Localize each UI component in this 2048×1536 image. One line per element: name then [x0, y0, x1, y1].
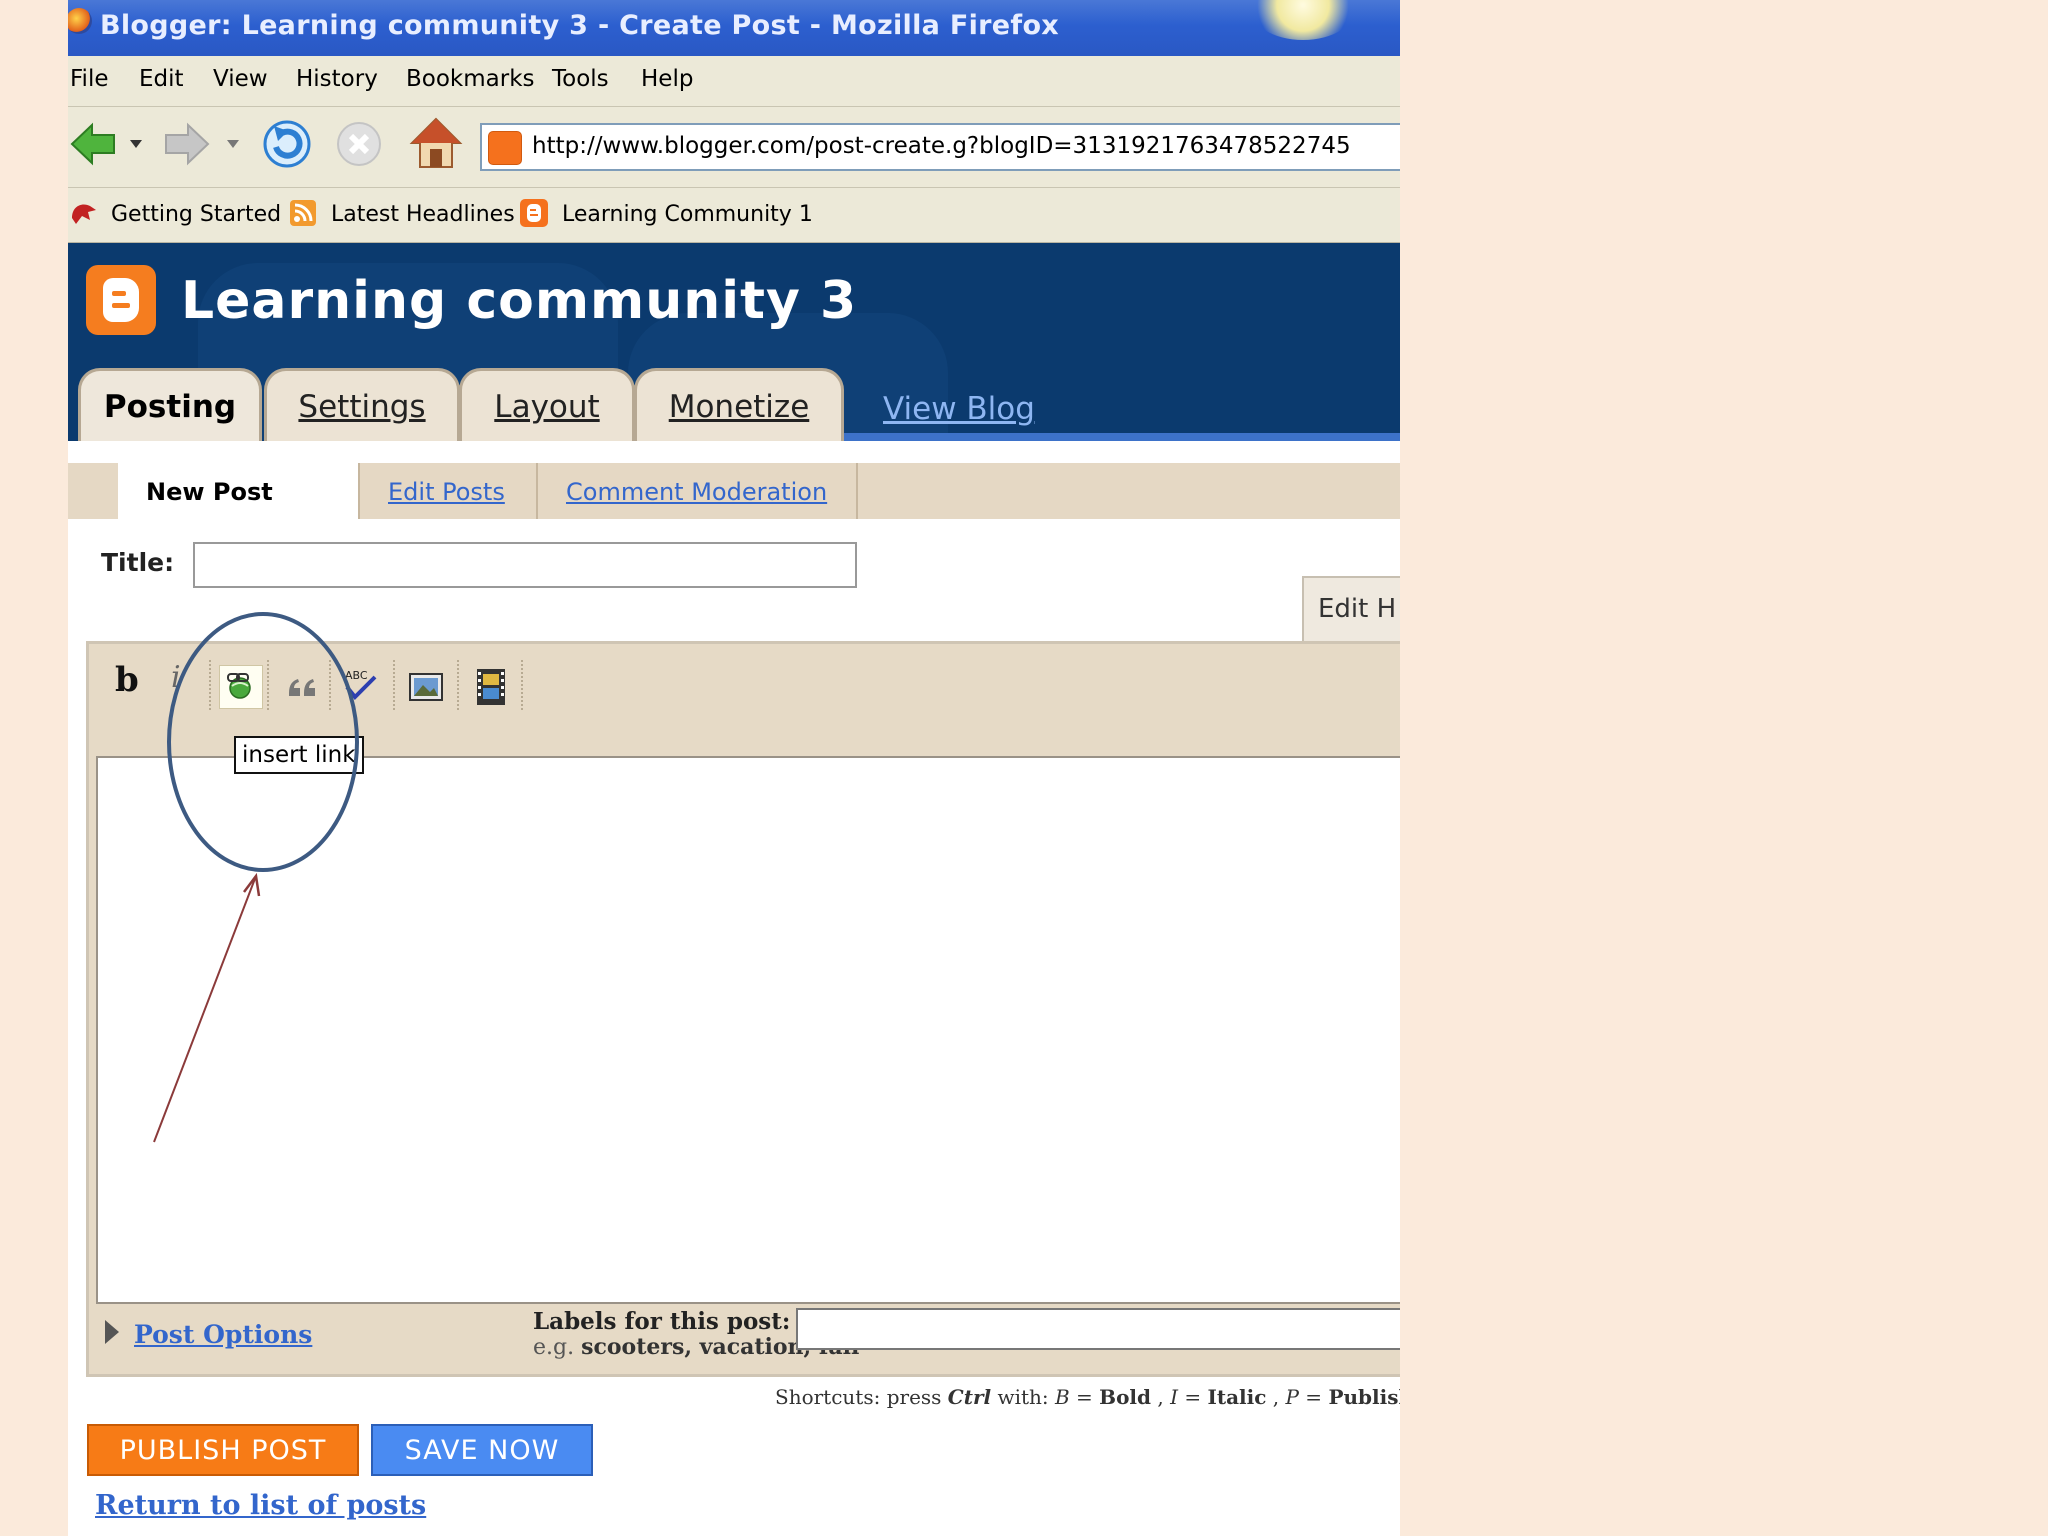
- rss-feed-icon: [290, 200, 316, 226]
- tab-posting[interactable]: Posting: [78, 368, 262, 441]
- blockquote-icon[interactable]: [281, 665, 325, 709]
- subtab-comment-moderation[interactable]: Comment Moderation: [538, 463, 856, 519]
- subtab-edit-posts[interactable]: Edit Posts: [360, 463, 536, 519]
- subtab-divider: [856, 463, 858, 519]
- view-blog-link[interactable]: View Blog: [883, 391, 1035, 427]
- bookmarks-toolbar: Getting Started Latest Headlines Learnin…: [68, 188, 1400, 243]
- spellcheck-icon[interactable]: ABC: [341, 665, 385, 709]
- labels-title: Labels for this post:: [533, 1308, 791, 1335]
- bookmark-latest-headlines[interactable]: Latest Headlines: [331, 202, 515, 227]
- forward-arrow-icon[interactable]: [162, 119, 212, 169]
- stop-icon[interactable]: [334, 119, 384, 169]
- post-options-row: Post Options Labels for this post: e.g. …: [89, 1304, 1400, 1374]
- title-label: Title:: [101, 548, 175, 577]
- blogger-favicon-icon: [488, 131, 522, 165]
- edit-html-tab-label: Edit H: [1318, 594, 1397, 624]
- expand-triangle-icon[interactable]: [105, 1320, 119, 1344]
- menu-file[interactable]: File: [70, 66, 109, 92]
- insert-link-tooltip: insert link: [234, 736, 364, 774]
- subtab-new-post[interactable]: New Post: [118, 463, 358, 519]
- menu-bookmarks[interactable]: Bookmarks: [406, 66, 535, 92]
- toolbar-separator: [267, 660, 271, 710]
- publish-post-label: PUBLISH POST: [119, 1435, 327, 1466]
- address-bar[interactable]: http://www.blogger.com/post-create.g?blo…: [480, 123, 1400, 171]
- post-options-link[interactable]: Post Options: [134, 1320, 312, 1349]
- toolbar-separator: [393, 660, 397, 710]
- posting-subtabs: New Post Edit Posts Comment Moderation: [68, 463, 1400, 519]
- tab-monetize[interactable]: Monetize: [634, 368, 844, 441]
- menu-edit[interactable]: Edit: [139, 66, 184, 92]
- reload-icon[interactable]: [260, 117, 314, 171]
- blogger-bookmark-icon: [520, 199, 548, 227]
- tab-layout[interactable]: Layout: [459, 368, 635, 441]
- bookmark-getting-started[interactable]: Getting Started: [111, 202, 281, 227]
- navigation-toolbar: http://www.blogger.com/post-create.g?blo…: [68, 107, 1400, 188]
- save-now-label: SAVE NOW: [404, 1435, 560, 1466]
- tab-monetize-label: Monetize: [668, 389, 810, 425]
- add-video-icon[interactable]: [469, 665, 513, 709]
- keyboard-shortcuts-hint: Shortcuts: press Ctrl with: B = Bold , I…: [775, 1385, 1400, 1409]
- post-body-editor[interactable]: [96, 756, 1400, 1304]
- address-url[interactable]: http://www.blogger.com/post-create.g?blo…: [532, 133, 1351, 159]
- link-globe-icon: [227, 673, 251, 699]
- home-icon[interactable]: [408, 115, 464, 171]
- menu-bar: File Edit View History Bookmarks Tools H…: [68, 56, 1400, 107]
- save-now-button[interactable]: SAVE NOW: [371, 1424, 593, 1476]
- tab-settings[interactable]: Settings: [264, 368, 460, 441]
- subtab-new-post-label: New Post: [146, 478, 273, 506]
- labels-input[interactable]: [796, 1308, 1400, 1350]
- subtab-edit-posts-label: Edit Posts: [388, 478, 505, 506]
- titlebar-glow: [1248, 0, 1358, 40]
- browser-screenshot: Blogger: Learning community 3 - Create P…: [68, 0, 1400, 1536]
- tab-posting-label: Posting: [103, 389, 237, 425]
- post-title-input[interactable]: [193, 542, 857, 588]
- blogger-header: Learning community 3 Posting Settings La…: [68, 243, 1400, 441]
- window-title: Blogger: Learning community 3 - Create P…: [100, 10, 1060, 41]
- svg-text:ABC: ABC: [345, 669, 368, 682]
- getting-started-icon: [72, 204, 96, 224]
- bold-button[interactable]: b: [115, 660, 139, 700]
- header-accent-bar: [844, 433, 1400, 441]
- toolbar-separator: [209, 660, 213, 710]
- menu-help[interactable]: Help: [641, 66, 693, 92]
- back-arrow-icon[interactable]: [68, 119, 118, 169]
- insert-link-button[interactable]: [219, 665, 263, 709]
- firefox-icon: [68, 8, 92, 34]
- forward-dropdown-icon[interactable]: [225, 137, 241, 151]
- edit-html-tab[interactable]: Edit H: [1302, 576, 1400, 642]
- add-image-icon[interactable]: [405, 665, 449, 709]
- blog-title: Learning community 3: [181, 271, 858, 331]
- tab-settings-label: Settings: [298, 389, 426, 425]
- publish-post-button[interactable]: PUBLISH POST: [87, 1424, 359, 1476]
- bookmark-learning-community-1[interactable]: Learning Community 1: [562, 202, 813, 227]
- menu-history[interactable]: History: [296, 66, 378, 92]
- tab-layout-label: Layout: [494, 389, 600, 425]
- toolbar-separator: [457, 660, 461, 710]
- menu-tools[interactable]: Tools: [552, 66, 609, 92]
- subtab-comment-moderation-label: Comment Moderation: [566, 478, 828, 506]
- back-dropdown-icon[interactable]: [128, 137, 144, 151]
- toolbar-separator: [521, 660, 525, 710]
- post-editor: b i ABC insert link Post Options Labels …: [86, 641, 1400, 1377]
- menu-view[interactable]: View: [213, 66, 268, 92]
- blogger-logo-icon[interactable]: [86, 265, 156, 335]
- window-title-bar: Blogger: Learning community 3 - Create P…: [68, 0, 1400, 56]
- italic-button[interactable]: i: [171, 660, 181, 695]
- toolbar-separator: [329, 660, 333, 710]
- return-to-posts-link[interactable]: Return to list of posts: [95, 1490, 426, 1521]
